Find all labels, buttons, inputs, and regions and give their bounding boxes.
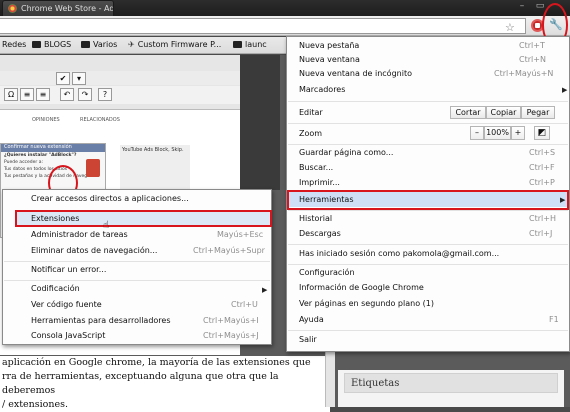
menu-item-incognito[interactable]: Nueva ventana de incógnito Ctrl+Mayús+N [299, 69, 561, 82]
title-bar: Chrome Web Store - AdBl... – ▭ [0, 0, 570, 16]
browser-toolbar: ☆ [0, 16, 570, 36]
pin-icon: ✈ [128, 40, 135, 49]
menu-item-background-pages[interactable]: Ver páginas en segundo plano (1) [299, 299, 434, 312]
format-button[interactable]: ✔ [56, 72, 70, 85]
menu-item-downloads[interactable]: Descargas Ctrl+J [299, 229, 561, 242]
sidebar-heading: Etiquetas [344, 373, 558, 393]
menu-item-bookmarks[interactable]: Marcadores ▶ [299, 85, 567, 98]
bookmark-blogs[interactable]: BLOGS [32, 40, 71, 49]
scrollbar[interactable] [325, 348, 335, 407]
bookmark-varios[interactable]: Varios [81, 40, 117, 49]
submenu-item-encoding[interactable]: Codificación [31, 284, 80, 296]
submenu-item-clear-data[interactable]: Eliminar datos de navegación... [31, 246, 157, 258]
minimize-button[interactable]: – [514, 1, 530, 12]
zoom-in-button[interactable]: + [511, 126, 525, 140]
chrome-menu: Nueva pestaña Ctrl+T Nueva ventana Ctrl+… [286, 36, 570, 352]
editor-button[interactable]: ≡ [20, 88, 34, 101]
editor-button[interactable]: ≡ [36, 88, 50, 101]
menu-item-signed-in[interactable]: Has iniciado sesión como pakomola@gmail.… [299, 249, 499, 262]
folder-icon [233, 41, 242, 48]
submenu-arrow-icon: ▶ [262, 286, 268, 294]
browser-tab[interactable]: Chrome Web Store - AdBl... [2, 0, 114, 16]
zoom-out-button[interactable]: – [470, 126, 484, 140]
editor-toolbar: ✔ ▾ Ω ≡ ≡ ↶ ↷ ? [0, 55, 240, 110]
help-icon[interactable]: ? [98, 88, 112, 101]
menu-item-new-window[interactable]: Nueva ventana Ctrl+N [299, 55, 561, 68]
submenu-item-create-shortcuts[interactable]: Crear accesos directos a aplicaciones... [31, 194, 189, 206]
menu-item-save-page[interactable]: Guardar página como... Ctrl+S [299, 148, 561, 161]
editor-button[interactable]: Ω [4, 88, 18, 101]
submenu-item-developer-tools[interactable]: Herramientas para desarrolladores [31, 316, 171, 328]
menu-item-tools[interactable]: Herramientas ▶ [299, 195, 565, 208]
menu-item-settings[interactable]: Configuración [299, 268, 355, 281]
thumbnail: YouTube Ads Block, Skip. [120, 145, 190, 195]
bookmark-custom-firmware[interactable]: ✈ Custom Firmware P... [128, 40, 221, 49]
fullscreen-icon[interactable]: ◩ [534, 126, 550, 140]
folder-icon [32, 41, 41, 48]
tools-submenu: Crear accesos directos a aplicaciones...… [2, 189, 272, 345]
dropdown-button[interactable]: ▾ [72, 72, 86, 85]
submenu-item-js-console[interactable]: Consola JavaScript [31, 331, 105, 343]
article-text: aplicación en Google chrome, la mayoría … [0, 356, 330, 412]
menu-item-new-tab[interactable]: Nueva pestaña Ctrl+T [299, 41, 561, 54]
menu-item-help[interactable]: Ayuda F1 [299, 315, 561, 328]
bookmark-launc[interactable]: launc [233, 40, 267, 49]
menu-item-history[interactable]: Historial Ctrl+H [299, 214, 561, 227]
folder-icon [81, 41, 90, 48]
copy-button[interactable]: Copiar [486, 106, 521, 119]
adblock-logo-icon [86, 159, 100, 177]
cut-button[interactable]: Cortar [450, 106, 486, 119]
sidebar-panel: Etiquetas [338, 370, 564, 407]
tab-title: Chrome Web Store - AdBl... [21, 4, 114, 13]
submenu-item-task-manager[interactable]: Administrador de tareas [31, 230, 128, 242]
address-bar[interactable]: ☆ [0, 18, 526, 34]
chrome-logo-icon [8, 4, 17, 13]
star-icon[interactable]: ☆ [505, 21, 515, 34]
bookmark-redes[interactable]: Redes [2, 40, 26, 49]
menu-item-find[interactable]: Buscar... Ctrl+F [299, 163, 561, 176]
zoom-level: 100% [484, 126, 511, 140]
submenu-item-view-source[interactable]: Ver código fuente [31, 300, 102, 312]
submenu-arrow-icon: ▶ [560, 196, 566, 204]
menu-item-zoom: Zoom [299, 129, 323, 138]
tab-relacionados[interactable]: RELACIONADOS [80, 117, 120, 123]
redo-icon[interactable]: ↷ [78, 88, 92, 101]
submenu-arrow-icon: ▶ [562, 86, 568, 94]
menu-item-about[interactable]: Información de Google Chrome [299, 283, 424, 296]
submenu-item-extensions[interactable]: Extensiones [31, 214, 79, 226]
paste-button[interactable]: Pegar [521, 106, 555, 119]
undo-icon[interactable]: ↶ [60, 88, 74, 101]
submenu-item-report-bug[interactable]: Notificar un error... [31, 265, 106, 277]
menu-item-edit: Editar [299, 108, 323, 117]
tab-opiniones[interactable]: OPINIONES [32, 117, 60, 123]
menu-item-exit[interactable]: Salir [299, 335, 317, 348]
